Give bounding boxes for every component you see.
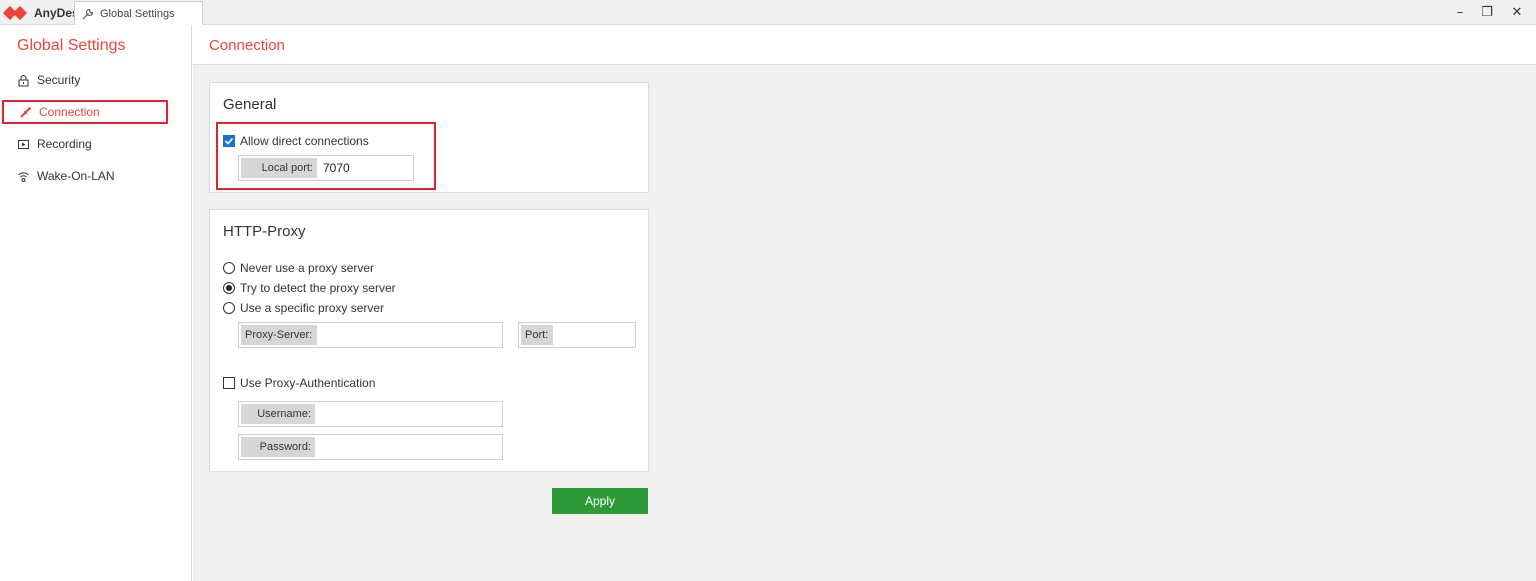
sidebar: Global Settings Security Connection Reco… [0,25,192,581]
wifi-icon [16,169,30,183]
proxy-server-label: Proxy-Server: [241,325,317,345]
password-field[interactable]: Password: [238,434,503,460]
proxy-port-field[interactable]: Port: [518,322,636,348]
password-label: Password: [241,437,315,457]
sidebar-title: Global Settings [17,37,126,54]
radio-specific-proxy[interactable]: Use a specific proxy server [223,300,384,316]
sidebar-item-label: Security [37,73,81,87]
recording-icon [16,137,30,151]
use-proxy-authentication-checkbox[interactable]: Use Proxy-Authentication [223,375,375,391]
sidebar-item-wake-on-lan[interactable]: Wake-On-LAN [2,164,168,188]
radio-unselected-icon [223,262,235,274]
radio-detect-proxy[interactable]: Try to detect the proxy server [223,280,396,296]
close-button[interactable]: ✕ [1502,0,1532,25]
radio-unselected-icon [223,302,235,314]
tab-global-settings[interactable]: Global Settings [74,1,203,25]
connection-icon [18,105,32,119]
main-header: Connection [193,25,1536,65]
wrench-icon [81,7,95,21]
use-proxy-authentication-label: Use Proxy-Authentication [240,376,376,390]
sidebar-item-recording[interactable]: Recording [2,132,168,156]
highlight-box [216,122,436,190]
main-content: Connection General Allow direct connecti… [193,25,1536,581]
username-field[interactable]: Username: [238,401,503,427]
page-title: Connection [209,37,285,54]
sidebar-item-security[interactable]: Security [2,68,168,92]
apply-button[interactable]: Apply [552,488,648,514]
proxy-port-label: Port: [521,325,553,345]
checkbox-unchecked-icon [223,377,235,389]
tab-label: Global Settings [100,7,175,20]
radio-label: Use a specific proxy server [240,301,385,315]
radio-label: Never use a proxy server [240,261,375,275]
proxy-server-field[interactable]: Proxy-Server: [238,322,503,348]
general-title: General [223,96,277,113]
radio-selected-icon [223,282,235,294]
http-proxy-panel: HTTP-Proxy Never use a proxy server Try … [209,209,649,472]
username-label: Username: [241,404,315,424]
title-bar: AnyDesk Global Settings – ❐ ✕ [0,0,1536,25]
restore-button[interactable]: ❐ [1472,0,1502,25]
http-proxy-title: HTTP-Proxy [223,223,306,240]
anydesk-logo-icon [2,5,28,21]
radio-label: Try to detect the proxy server [240,281,396,295]
sidebar-item-label: Connection [39,105,100,119]
sidebar-item-label: Recording [37,137,92,151]
radio-never-use-proxy[interactable]: Never use a proxy server [223,260,374,276]
lock-icon [16,73,30,87]
sidebar-item-connection[interactable]: Connection [2,100,168,124]
sidebar-item-label: Wake-On-LAN [37,169,115,183]
minimize-button[interactable]: – [1445,0,1475,25]
